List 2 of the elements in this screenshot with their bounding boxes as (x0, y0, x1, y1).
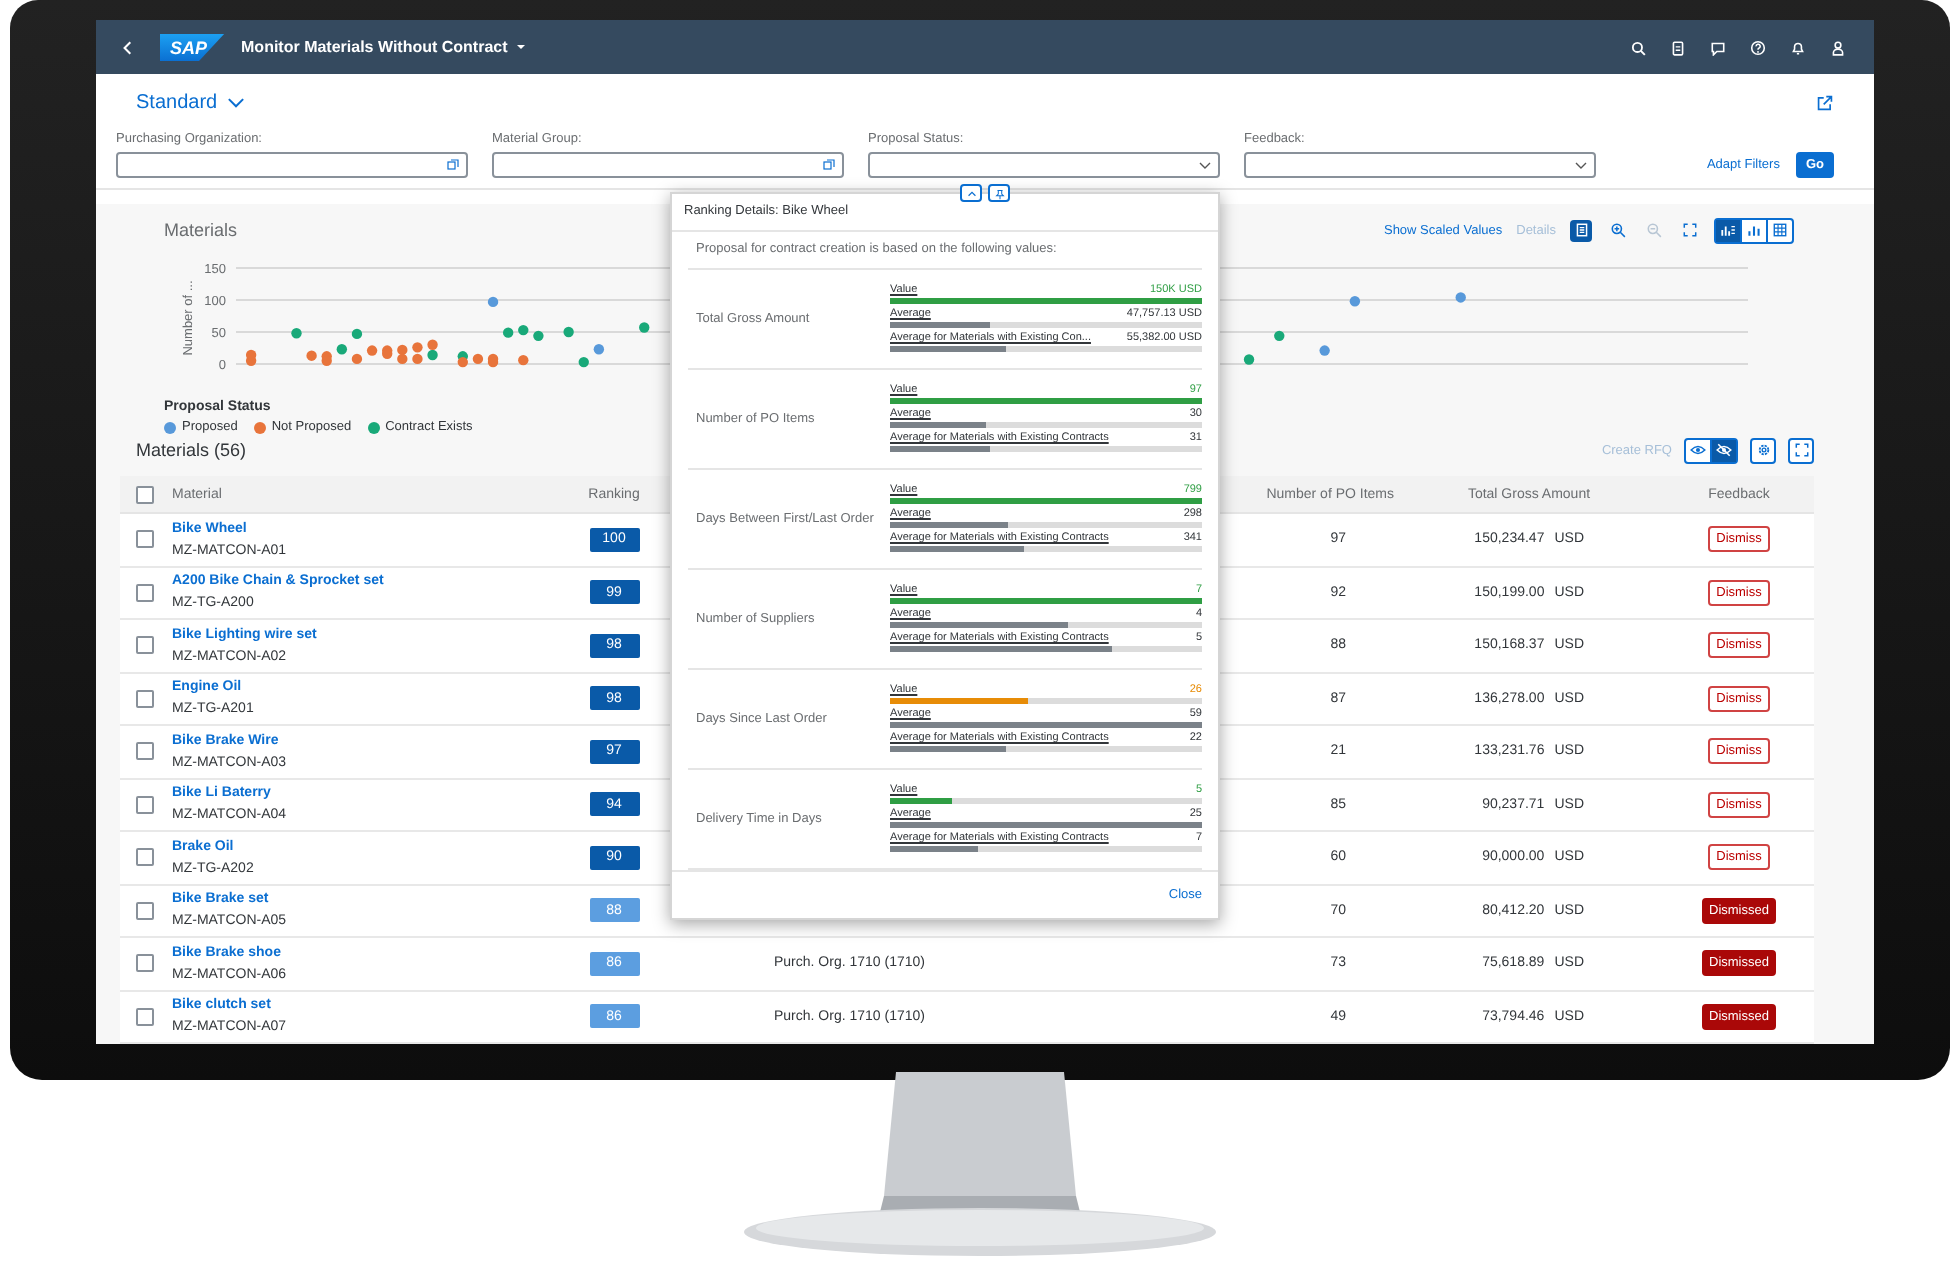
table-title: Materials (56) (136, 440, 247, 460)
chart-title: Materials (164, 220, 238, 240)
